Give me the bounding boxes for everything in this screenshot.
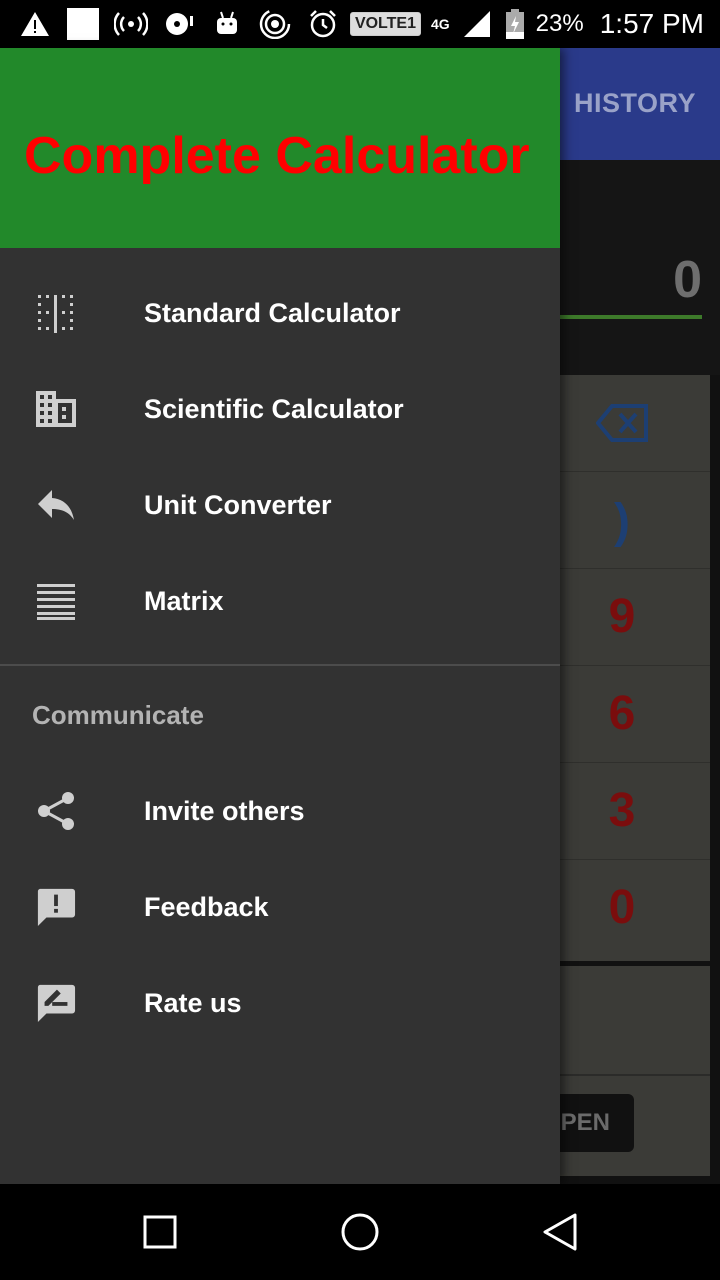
warning-icon xyxy=(18,9,52,39)
menu-item-standard-calculator[interactable]: Standard Calculator xyxy=(0,265,560,361)
signal-icon xyxy=(460,9,494,39)
notification-square-icon xyxy=(66,8,100,40)
menu-item-label: Unit Converter xyxy=(144,489,332,520)
menu-item-label: Scientific Calculator xyxy=(144,393,404,424)
reply-arrow-icon xyxy=(36,485,76,525)
tab-history[interactable]: HISTORY xyxy=(574,88,696,119)
home-circle-icon[interactable] xyxy=(338,1210,382,1254)
status-left-icons xyxy=(18,8,340,40)
display-value: 0 xyxy=(673,251,702,309)
wifi-calling-icon xyxy=(258,9,292,39)
key-9[interactable]: 9 xyxy=(590,589,654,644)
menu-item-unit-converter[interactable]: Unit Converter xyxy=(0,457,560,553)
menu-item-invite-others[interactable]: Invite others xyxy=(0,763,560,859)
share-icon xyxy=(36,791,76,831)
backspace-icon[interactable] xyxy=(595,403,650,448)
menu-item-rate-us[interactable]: Rate us xyxy=(0,955,560,1051)
scientific-calculator-icon xyxy=(36,389,76,429)
back-triangle-icon[interactable] xyxy=(538,1210,582,1254)
media-icon xyxy=(162,9,196,39)
menu-item-label: Feedback xyxy=(144,891,269,922)
drawer-title: Complete Calculator xyxy=(24,127,530,185)
clock: 1:57 PM xyxy=(599,8,704,39)
key-3[interactable]: 3 xyxy=(590,783,654,838)
menu-item-label: Invite others xyxy=(144,795,305,826)
menu-item-label: Matrix xyxy=(144,585,224,616)
navigation-drawer: Complete Calculator Standard Calculator … xyxy=(0,48,560,1184)
rate-icon xyxy=(36,983,76,1023)
drawer-header: Complete Calculator xyxy=(0,48,560,248)
status-bar: VOLTE1 4G 23% 1:57 PM xyxy=(0,0,720,48)
menu-item-label: Rate us xyxy=(144,987,242,1018)
menu-item-feedback[interactable]: Feedback xyxy=(0,859,560,955)
volte-badge: VOLTE1 xyxy=(349,12,421,36)
section-title-communicate: Communicate xyxy=(32,700,204,730)
key-close-paren[interactable]: ) xyxy=(590,494,654,549)
status-right-icons: VOLTE1 4G 23% 1:57 PM xyxy=(349,8,704,40)
matrix-icon xyxy=(36,581,76,621)
hotspot-icon xyxy=(114,9,148,39)
drawer-divider xyxy=(0,664,560,666)
key-0[interactable]: 0 xyxy=(590,880,654,935)
recents-square-icon[interactable] xyxy=(138,1210,182,1254)
alarm-icon xyxy=(306,9,340,39)
menu-item-label: Standard Calculator xyxy=(144,297,401,328)
battery-percent: 23% xyxy=(535,10,584,37)
menu-item-scientific-calculator[interactable]: Scientific Calculator xyxy=(0,361,560,457)
network-type-icon: 4G xyxy=(430,16,450,32)
menu-item-matrix[interactable]: Matrix xyxy=(0,553,560,649)
standard-calculator-icon xyxy=(36,293,76,333)
system-nav-bar xyxy=(0,1184,720,1280)
android-icon xyxy=(210,9,244,39)
battery-icon xyxy=(504,9,526,39)
key-6[interactable]: 6 xyxy=(590,686,654,741)
feedback-icon xyxy=(36,887,76,927)
